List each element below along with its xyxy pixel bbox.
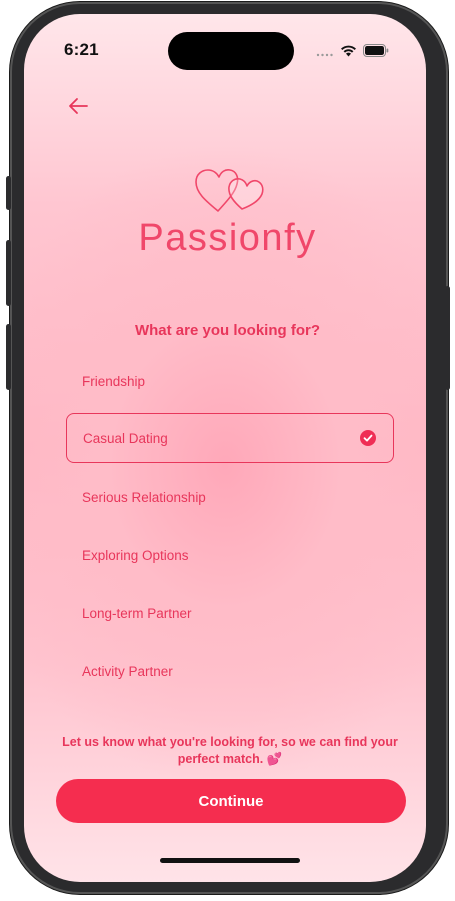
home-indicator[interactable] [160,858,300,863]
option-label: Friendship [82,373,146,389]
option-label: Serious Relationship [82,489,206,505]
hint-text: Let us know what you're looking for, so … [60,734,400,768]
option-serious-relationship[interactable]: Serious Relationship [66,472,394,522]
question-heading: What are you looking for? [134,322,320,339]
checkmark-circle-icon [360,430,376,446]
option-friendship[interactable]: Friendship [66,356,394,406]
option-label: Casual Dating [83,430,168,446]
status-time: 6:21 [64,40,99,59]
option-long-term-partner[interactable]: Long-term Partner [66,588,394,638]
signal-dots-icon [316,42,334,61]
battery-icon [363,42,389,61]
arrow-left-icon [69,98,88,114]
dynamic-island [168,32,294,70]
hint-message: Let us know what you're looking for, so … [62,735,398,766]
brand-name: Passionfy [138,217,317,259]
option-casual-dating[interactable]: Casual Dating [66,413,394,463]
two-hearts-emoji: 💕 [266,752,283,766]
back-button[interactable] [67,96,89,116]
side-button-mute [6,176,11,210]
option-activity-partner[interactable]: Activity Partner [66,646,394,696]
status-icons [316,42,389,61]
two-hearts-icon [192,165,268,217]
option-exploring-options[interactable]: Exploring Options [66,530,394,580]
option-label: Long-term Partner [82,605,192,621]
continue-button[interactable]: Continue [56,779,406,823]
option-label: Exploring Options [82,547,189,563]
option-label: Activity Partner [82,663,173,679]
wifi-icon [340,42,357,61]
